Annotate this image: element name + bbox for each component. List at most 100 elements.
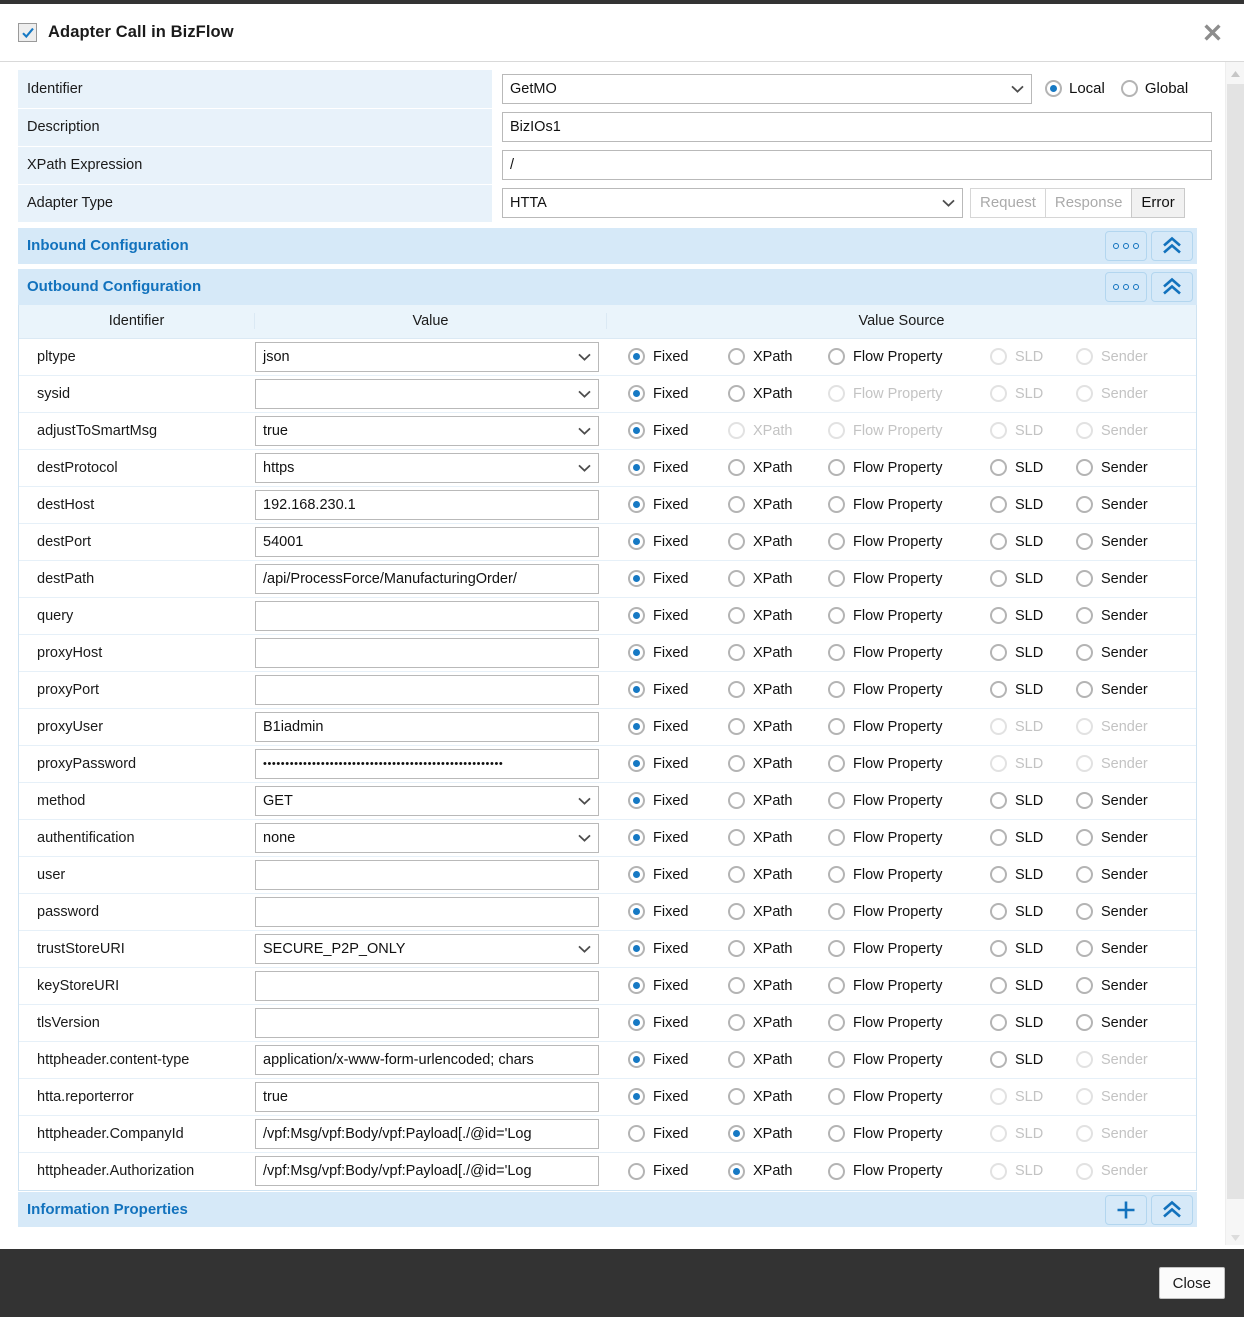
- value-source-option[interactable]: Fixed: [628, 496, 728, 513]
- value-source-option[interactable]: Sender: [1076, 459, 1176, 476]
- row-value-input[interactable]: 54001: [255, 527, 599, 557]
- value-source-radio[interactable]: [828, 940, 845, 957]
- value-source-option[interactable]: SLD: [990, 940, 1076, 957]
- value-source-option[interactable]: XPath: [728, 977, 828, 994]
- value-source-radio[interactable]: [990, 1014, 1007, 1031]
- value-source-radio[interactable]: [1076, 496, 1093, 513]
- value-source-option[interactable]: Sender: [1076, 681, 1176, 698]
- response-button[interactable]: Response: [1045, 188, 1132, 218]
- row-value-select[interactable]: true: [255, 416, 599, 446]
- value-source-radio[interactable]: [828, 459, 845, 476]
- value-source-option[interactable]: Fixed: [628, 459, 728, 476]
- value-source-radio[interactable]: [728, 385, 745, 402]
- value-source-radio[interactable]: [990, 866, 1007, 883]
- value-source-radio[interactable]: [828, 570, 845, 587]
- value-source-radio[interactable]: [990, 940, 1007, 957]
- value-source-radio[interactable]: [1076, 940, 1093, 957]
- value-source-radio[interactable]: [828, 866, 845, 883]
- row-value-select[interactable]: none: [255, 823, 599, 853]
- value-source-radio[interactable]: [628, 903, 645, 920]
- value-source-option[interactable]: Fixed: [628, 940, 728, 957]
- value-source-radio[interactable]: [828, 533, 845, 550]
- value-source-radio[interactable]: [628, 866, 645, 883]
- value-source-radio[interactable]: [1076, 607, 1093, 624]
- close-icon[interactable]: [1197, 18, 1227, 48]
- value-source-option[interactable]: XPath: [728, 903, 828, 920]
- value-source-option[interactable]: XPath: [728, 496, 828, 513]
- value-source-radio[interactable]: [828, 829, 845, 846]
- value-source-radio[interactable]: [828, 681, 845, 698]
- value-source-radio[interactable]: [828, 718, 845, 735]
- value-source-option[interactable]: XPath: [728, 1125, 828, 1142]
- value-source-option[interactable]: SLD: [990, 792, 1076, 809]
- value-source-radio[interactable]: [990, 903, 1007, 920]
- value-source-option[interactable]: Flow Property: [828, 792, 990, 809]
- identifier-select[interactable]: GetMO: [502, 74, 1032, 104]
- value-source-option[interactable]: Sender: [1076, 977, 1176, 994]
- value-source-option[interactable]: SLD: [990, 1014, 1076, 1031]
- value-source-option[interactable]: Flow Property: [828, 1125, 990, 1142]
- value-source-option[interactable]: Fixed: [628, 829, 728, 846]
- value-source-radio[interactable]: [990, 533, 1007, 550]
- row-value-input[interactable]: B1iadmin: [255, 712, 599, 742]
- value-source-option[interactable]: Sender: [1076, 533, 1176, 550]
- adapter-type-select[interactable]: HTTA: [502, 188, 963, 218]
- value-source-option[interactable]: XPath: [728, 940, 828, 957]
- value-source-radio[interactable]: [990, 644, 1007, 661]
- value-source-radio[interactable]: [990, 681, 1007, 698]
- value-source-option[interactable]: XPath: [728, 644, 828, 661]
- xpath-expression-input[interactable]: /: [502, 150, 1212, 180]
- value-source-radio[interactable]: [728, 903, 745, 920]
- value-source-radio[interactable]: [1076, 977, 1093, 994]
- value-source-option[interactable]: Fixed: [628, 903, 728, 920]
- scroll-up-arrow-icon[interactable]: [1226, 64, 1244, 83]
- value-source-radio[interactable]: [990, 792, 1007, 809]
- value-source-radio[interactable]: [728, 1088, 745, 1105]
- value-source-option[interactable]: Fixed: [628, 1125, 728, 1142]
- request-button[interactable]: Request: [970, 188, 1045, 218]
- value-source-radio[interactable]: [628, 348, 645, 365]
- row-value-input[interactable]: [255, 897, 599, 927]
- value-source-option[interactable]: Flow Property: [828, 1051, 990, 1068]
- value-source-radio[interactable]: [628, 977, 645, 994]
- value-source-option[interactable]: Flow Property: [828, 755, 990, 772]
- inbound-double-chevron-up-icon[interactable]: [1151, 231, 1193, 261]
- value-source-option[interactable]: XPath: [728, 607, 828, 624]
- value-source-option[interactable]: Fixed: [628, 644, 728, 661]
- value-source-radio[interactable]: [990, 607, 1007, 624]
- value-source-option[interactable]: SLD: [990, 496, 1076, 513]
- inbound-configuration-section[interactable]: Inbound Configuration: [18, 228, 1197, 264]
- row-value-input[interactable]: /vpf:Msg/vpf:Body/vpf:Payload[./@id='Log: [255, 1156, 599, 1186]
- value-source-radio[interactable]: [628, 1051, 645, 1068]
- row-value-select[interactable]: GET: [255, 786, 599, 816]
- value-source-option[interactable]: Sender: [1076, 644, 1176, 661]
- inbound-more-dots-icon[interactable]: [1105, 231, 1147, 261]
- row-value-input[interactable]: /vpf:Msg/vpf:Body/vpf:Payload[./@id='Log: [255, 1119, 599, 1149]
- value-source-option[interactable]: XPath: [728, 1163, 828, 1180]
- row-value-input[interactable]: [255, 971, 599, 1001]
- value-source-option[interactable]: Flow Property: [828, 644, 990, 661]
- value-source-option[interactable]: Fixed: [628, 718, 728, 735]
- value-source-radio[interactable]: [828, 903, 845, 920]
- value-source-radio[interactable]: [628, 459, 645, 476]
- value-source-radio[interactable]: [990, 1051, 1007, 1068]
- value-source-option[interactable]: Flow Property: [828, 681, 990, 698]
- value-source-option[interactable]: Flow Property: [828, 866, 990, 883]
- value-source-radio[interactable]: [828, 496, 845, 513]
- value-source-option[interactable]: Fixed: [628, 1014, 728, 1031]
- value-source-option[interactable]: XPath: [728, 459, 828, 476]
- value-source-radio[interactable]: [628, 718, 645, 735]
- close-button[interactable]: Close: [1159, 1267, 1225, 1299]
- value-source-option[interactable]: XPath: [728, 1088, 828, 1105]
- value-source-option[interactable]: Flow Property: [828, 940, 990, 957]
- value-source-option[interactable]: Fixed: [628, 422, 728, 439]
- value-source-option[interactable]: XPath: [728, 718, 828, 735]
- value-source-radio[interactable]: [828, 1051, 845, 1068]
- value-source-radio[interactable]: [728, 792, 745, 809]
- value-source-radio[interactable]: [728, 644, 745, 661]
- row-value-input[interactable]: 192.168.230.1: [255, 490, 599, 520]
- value-source-option[interactable]: Flow Property: [828, 533, 990, 550]
- value-source-option[interactable]: Flow Property: [828, 1088, 990, 1105]
- row-value-select[interactable]: [255, 379, 599, 409]
- value-source-option[interactable]: Sender: [1076, 496, 1176, 513]
